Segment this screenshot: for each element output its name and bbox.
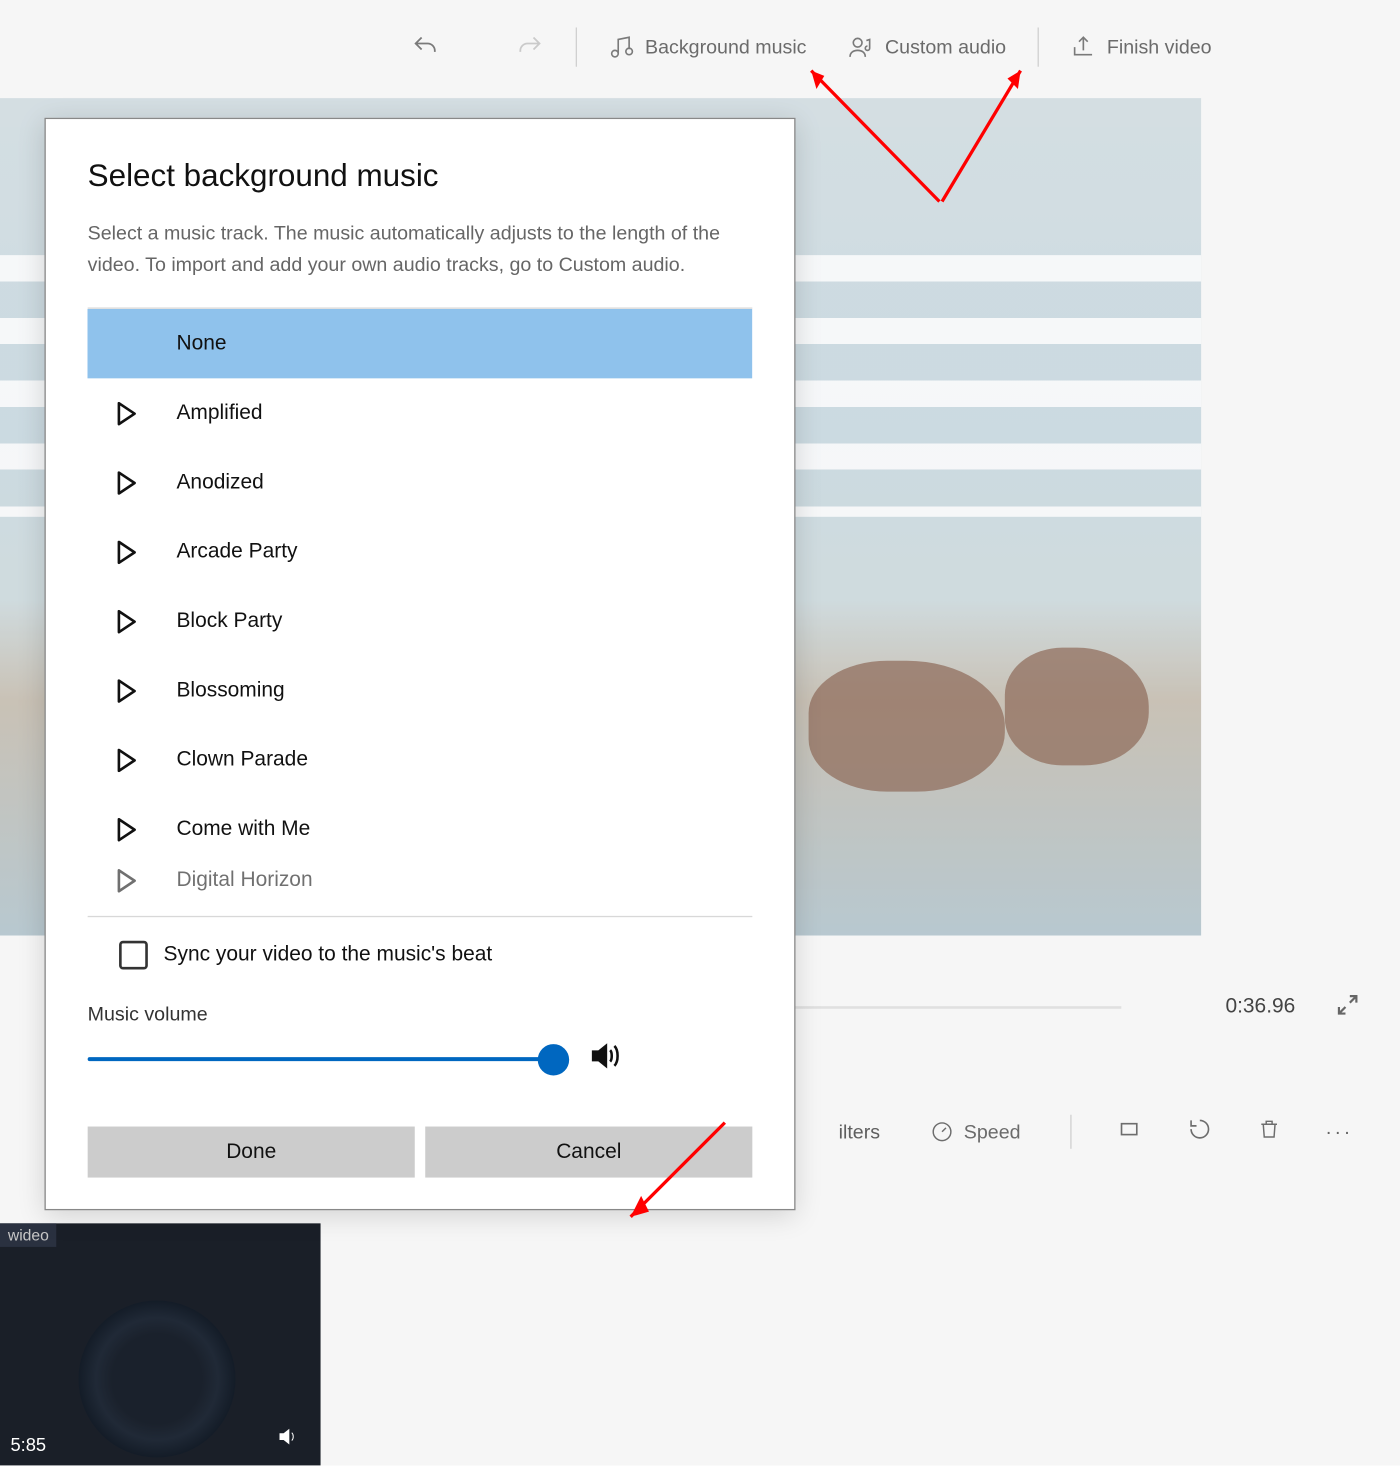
play-icon[interactable] bbox=[116, 401, 176, 425]
custom-audio-button[interactable]: Custom audio bbox=[843, 26, 1011, 68]
toolbar-separator bbox=[576, 27, 577, 66]
play-icon[interactable] bbox=[116, 678, 176, 702]
track-label: Arcade Party bbox=[177, 540, 298, 564]
track-label: Digital Horizon bbox=[177, 869, 313, 893]
track-item[interactable]: Amplified bbox=[88, 378, 753, 447]
music-volume-slider[interactable] bbox=[88, 1043, 559, 1074]
timeline-time: 0:36.96 bbox=[1225, 996, 1295, 1020]
play-icon[interactable] bbox=[116, 470, 176, 494]
sync-beat-checkbox[interactable] bbox=[119, 941, 148, 970]
filters-button[interactable]: ilters bbox=[839, 1121, 880, 1143]
track-item[interactable]: Block Party bbox=[88, 586, 753, 655]
custom-audio-label: Custom audio bbox=[885, 36, 1006, 58]
background-music-button[interactable]: Background music bbox=[603, 26, 812, 68]
trash-icon bbox=[1257, 1116, 1281, 1142]
track-label: Clown Parade bbox=[177, 748, 308, 772]
track-label: Come with Me bbox=[177, 817, 311, 841]
music-note-icon bbox=[608, 34, 634, 60]
person-audio-icon bbox=[848, 34, 874, 60]
track-label: Anodized bbox=[177, 470, 264, 494]
dialog-description: Select a music track. The music automati… bbox=[88, 219, 753, 282]
expand-icon[interactable] bbox=[1335, 991, 1361, 1024]
undo-button[interactable] bbox=[406, 25, 445, 69]
rotate-button[interactable] bbox=[1187, 1116, 1213, 1147]
track-item[interactable]: Clown Parade bbox=[88, 725, 753, 794]
track-item[interactable]: None bbox=[88, 309, 753, 378]
clip-toolbar: ilters Speed ··· bbox=[839, 1112, 1353, 1151]
toolbar-separator bbox=[1038, 27, 1039, 66]
select-bg-music-dialog: Select background music Select a music t… bbox=[44, 118, 795, 1211]
finish-video-label: Finish video bbox=[1107, 36, 1212, 58]
crop-button[interactable] bbox=[1116, 1116, 1142, 1147]
play-icon[interactable] bbox=[116, 817, 176, 841]
clip-thumbnail[interactable]: wideo 5:85 bbox=[0, 1223, 321, 1465]
clip-duration: 5:85 bbox=[10, 1434, 46, 1455]
play-icon[interactable] bbox=[116, 540, 176, 564]
track-label: None bbox=[177, 332, 227, 356]
play-icon[interactable] bbox=[116, 748, 176, 772]
track-item[interactable]: Anodized bbox=[88, 447, 753, 516]
play-icon[interactable] bbox=[116, 609, 176, 633]
track-item[interactable]: Arcade Party bbox=[88, 517, 753, 586]
gauge-icon bbox=[930, 1120, 954, 1144]
speed-label: Speed bbox=[964, 1121, 1021, 1143]
done-button[interactable]: Done bbox=[88, 1127, 415, 1178]
background-music-label: Background music bbox=[645, 36, 806, 58]
speed-button[interactable]: Speed bbox=[925, 1112, 1026, 1151]
dialog-title: Select background music bbox=[88, 158, 753, 195]
delete-button[interactable] bbox=[1257, 1116, 1281, 1147]
track-label: Block Party bbox=[177, 609, 283, 633]
sync-beat-label: Sync your video to the music's beat bbox=[164, 943, 493, 967]
share-icon bbox=[1070, 34, 1096, 60]
clip-volume-icon[interactable] bbox=[276, 1425, 300, 1455]
clip-name: wideo bbox=[0, 1223, 57, 1247]
redo-button[interactable] bbox=[510, 25, 549, 69]
track-list[interactable]: None Amplified Anodized Arcade Party Block P… bbox=[88, 309, 753, 898]
more-button[interactable]: ··· bbox=[1325, 1121, 1352, 1143]
track-label: Blossoming bbox=[177, 678, 285, 702]
top-toolbar: Background music Custom audio Finish vid… bbox=[0, 0, 1400, 94]
track-item[interactable]: Come with Me bbox=[88, 794, 753, 863]
track-item[interactable]: Blossoming bbox=[88, 656, 753, 725]
toolbar-separator bbox=[1070, 1115, 1071, 1149]
cancel-button[interactable]: Cancel bbox=[425, 1127, 752, 1178]
finish-video-button[interactable]: Finish video bbox=[1065, 26, 1217, 68]
play-icon[interactable] bbox=[116, 869, 176, 893]
music-volume-label: Music volume bbox=[88, 1004, 753, 1026]
track-item[interactable]: Digital Horizon bbox=[88, 864, 753, 898]
speaker-icon bbox=[587, 1039, 621, 1080]
track-label: Amplified bbox=[177, 401, 263, 425]
